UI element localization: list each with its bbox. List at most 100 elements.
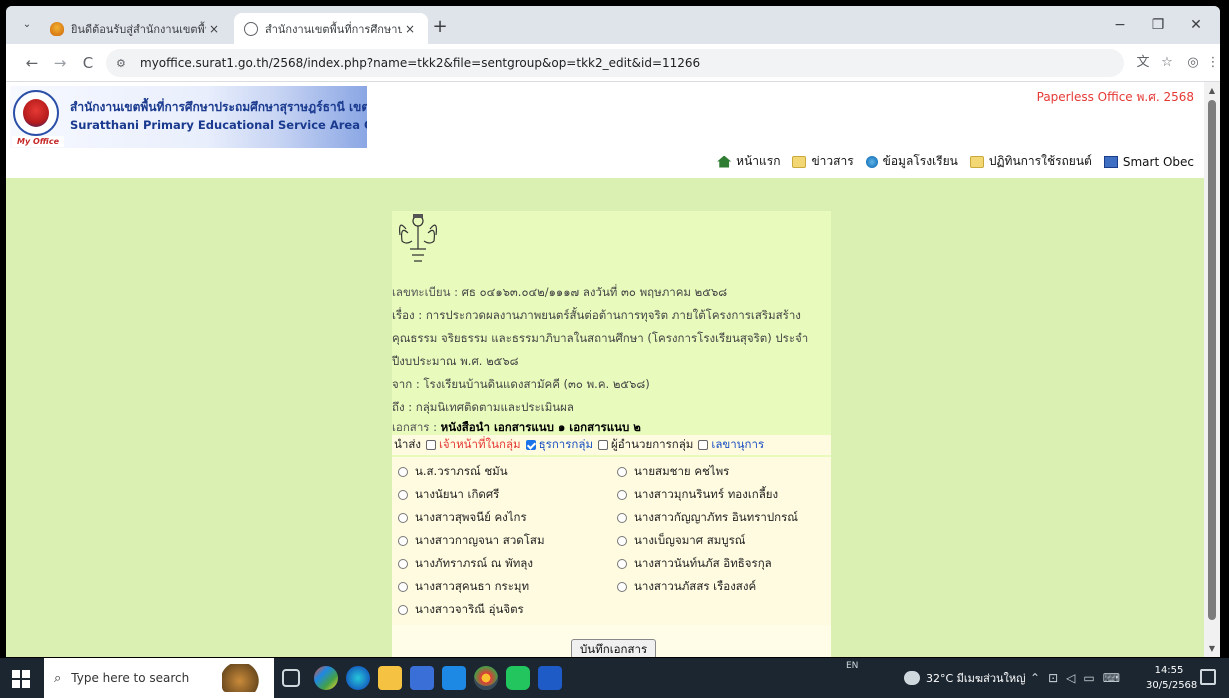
recipient-item[interactable]: นางภัทราภรณ์ ณ พัทลุง (398, 555, 533, 573)
checkbox-staff[interactable] (425, 440, 436, 450)
clock[interactable]: 14:55 30/5/2568 (1146, 663, 1197, 693)
tab-welcome[interactable]: ยินดีต้อนรับสู่สำนักงานเขตพื้นที่การศึกษ… (40, 13, 232, 44)
recipient-radio[interactable] (617, 513, 627, 523)
file-explorer-icon[interactable] (378, 666, 402, 690)
nav-school-info[interactable]: ข้อมูลโรงเรียน (865, 152, 958, 171)
chrome-browser-icon[interactable] (474, 666, 498, 690)
recipient-item[interactable]: นางสาวสุพจนีย์ คงไกร (398, 509, 527, 527)
checkbox-group-admin[interactable] (525, 440, 536, 450)
nav-home[interactable]: หน้าแรก (717, 152, 780, 171)
recipient-item[interactable]: นางนัยนา เกิดศรี (398, 486, 499, 504)
windows-start-icon[interactable] (12, 666, 32, 690)
recipient-radio[interactable] (398, 559, 408, 569)
close-tab-icon[interactable]: × (402, 22, 418, 36)
recipient-item[interactable]: นางเบ็ญจมาศ สมบูรณ์ (617, 532, 745, 550)
from-line: จาก : โรงเรียนบ้านดินแดงสามัคคี (๓๐ พ.ค.… (392, 377, 650, 391)
recipient-item[interactable]: นางสาวมุกนรินทร์ ทองเกลี้ยง (617, 486, 778, 504)
page-scrollbar[interactable]: ▲ ▼ (1204, 82, 1220, 657)
recipient-radio[interactable] (398, 536, 408, 546)
recipient-radio[interactable] (617, 490, 627, 500)
checkbox-secretary[interactable] (698, 440, 709, 450)
translate-icon[interactable]: 文 (1132, 52, 1154, 74)
word-app-icon[interactable] (538, 666, 562, 690)
recipient-item[interactable]: นางสาวกาญจนา สวดโสม (398, 532, 545, 550)
recipient-item[interactable]: นางสาวจาริณี อุ่นจิตร (398, 601, 524, 619)
recipient-radio[interactable] (398, 605, 408, 615)
recipient-radio[interactable] (617, 559, 627, 569)
recipient-item[interactable]: นายสมชาย คชไพร (617, 463, 729, 481)
nav-car-calendar[interactable]: ปฏิทินการใช้รถยนต์ (969, 152, 1092, 171)
edge-browser-icon[interactable] (346, 666, 370, 690)
option-group-admin-label[interactable]: ธุรการกลุ่ม (539, 436, 593, 454)
chevron-up-icon[interactable]: ⌃ (1030, 671, 1040, 685)
notification-icon[interactable] (1200, 669, 1216, 685)
task-view-icon[interactable] (282, 669, 300, 687)
recipient-radio[interactable] (617, 536, 627, 546)
recipient-item[interactable]: นางสาวนภัสสร เรืองสงค์ (617, 578, 756, 596)
minimize-button[interactable]: − (1102, 12, 1138, 38)
input-language[interactable]: EN (846, 646, 858, 686)
weather-widget[interactable]: 32°C มีเมฆส่วนใหญ่ (904, 658, 1026, 698)
recipient-radio[interactable] (617, 467, 627, 477)
my-office-badge: My Office (12, 136, 64, 147)
recipient-radio[interactable] (398, 513, 408, 523)
save-document-button[interactable]: บันทึกเอกสาร (571, 639, 657, 657)
nav-smart-obec[interactable]: Smart Obec (1103, 155, 1194, 169)
restore-button[interactable]: ❐ (1140, 12, 1176, 38)
store-icon[interactable] (410, 666, 434, 690)
keyboard-icon[interactable]: ⌨ (1103, 671, 1120, 685)
address-bar[interactable]: ⚙ myoffice.surat1.go.th/2568/index.php?n… (106, 49, 1124, 77)
news-widget-icon[interactable] (222, 664, 266, 692)
forward-button[interactable]: → (48, 51, 72, 75)
top-nav: หน้าแรก ข่าวสาร ข้อมูลโรงเรียน ปฏิทินการ… (705, 152, 1194, 171)
recipient-item[interactable]: นางสาวกัญญาภัทร อินทราปกรณ์ (617, 509, 798, 527)
save-area: บันทึกเอกสาร (392, 625, 831, 657)
scroll-down-arrow-icon[interactable]: ▼ (1207, 644, 1217, 653)
monitor-icon[interactable]: ▭ (1083, 671, 1094, 685)
recipient-radio[interactable] (398, 467, 408, 477)
close-window-button[interactable]: ✕ (1178, 12, 1214, 38)
recipient-item[interactable]: นางสาวนันท์นภัส อิทธิจรกุล (617, 555, 772, 573)
subject-line-2: คุณธรรม จริยธรรม และธรรมาภิบาลในสถานศึกษ… (392, 331, 809, 345)
recipient-radio[interactable] (398, 582, 408, 592)
browser-toolbar: ← → C ⚙ myoffice.surat1.go.th/2568/index… (6, 44, 1220, 82)
reload-button[interactable]: C (76, 51, 100, 75)
tab-office[interactable]: สำนักงานเขตพื้นที่การศึกษาประถมศึ × (234, 13, 428, 44)
cloud-weather-icon (904, 671, 920, 685)
line-app-icon[interactable] (506, 666, 530, 690)
option-group-director-label[interactable]: ผู้อำนวยการกลุ่ม (611, 436, 693, 454)
attachments-links[interactable]: หนังสือนำ เอกสารแนบ ๑ เอกสารแนบ ๒ (441, 420, 641, 434)
copilot-icon[interactable] (314, 666, 338, 690)
profile-icon[interactable]: ◎ (1182, 52, 1204, 74)
subject-line-1: เรื่อง : การประกวดผลงานภาพยนตร์สั้นต่อต้… (392, 308, 801, 322)
site-settings-icon[interactable]: ⚙ (116, 57, 134, 70)
new-tab-button[interactable]: + (428, 15, 452, 39)
back-button[interactable]: ← (20, 51, 44, 75)
bookmark-star-icon[interactable]: ☆ (1156, 52, 1178, 74)
menu-icon[interactable]: ⋮ (1202, 52, 1220, 74)
tab-search-button[interactable]: ⌄ (16, 14, 38, 36)
volume-icon[interactable]: ◁ (1066, 671, 1075, 685)
scroll-up-arrow-icon[interactable]: ▲ (1207, 86, 1217, 95)
option-staff-label[interactable]: เจ้าหน้าที่ในกลุ่ม (439, 436, 521, 454)
home-icon (717, 155, 732, 168)
nav-label: ปฏิทินการใช้รถยนต์ (988, 154, 1092, 168)
mail-icon[interactable] (442, 666, 466, 690)
option-secretary-label[interactable]: เลขานุการ (711, 436, 764, 454)
registration-line: เลขทะเบียน : ศธ ๐๔๑๖๓.๐๔๒/๑๑๑๗ ลงวันที่ … (392, 284, 824, 302)
recipient-item[interactable]: นางสาวสุคนธา กระมุท (398, 578, 529, 596)
recipient-radio[interactable] (617, 582, 627, 592)
site-logo-banner[interactable]: My Office สำนักงานเขตพื้นที่การศึกษาประถ… (10, 86, 367, 148)
recipient-list: น.ส.วราภรณ์ ชมัน นางนัยนา เกิดศรี นางสาว… (392, 457, 831, 625)
network-icon[interactable]: ⊡ (1048, 671, 1058, 685)
close-tab-icon[interactable]: × (206, 22, 222, 36)
tray-icons[interactable]: ⌃ ⊡ ◁ ▭ ⌨ (1030, 658, 1120, 698)
search-icon: ⌕ (54, 670, 62, 686)
nav-news[interactable]: ข่าวสาร (792, 152, 854, 171)
recipient-radio[interactable] (398, 490, 408, 500)
scroll-thumb[interactable] (1208, 100, 1216, 620)
checkbox-group-director[interactable] (598, 440, 609, 450)
paperless-title: Paperless Office พ.ศ. 2568 (1036, 90, 1194, 104)
registration-label: เลขทะเบียน : (392, 285, 462, 299)
recipient-item[interactable]: น.ส.วราภรณ์ ชมัน (398, 463, 508, 481)
